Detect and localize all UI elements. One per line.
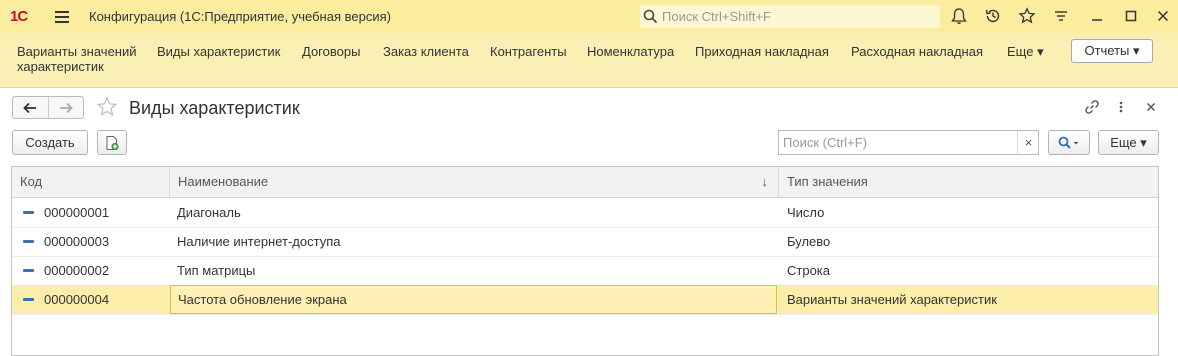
maximize-icon[interactable] bbox=[1122, 7, 1140, 25]
section-link-incoming-invoice[interactable]: Приходная накладная bbox=[695, 44, 829, 59]
section-link-nomenclature[interactable]: Номенклатура bbox=[587, 44, 674, 59]
table-row-selected[interactable]: 000000004 Частота обновление экрана Вари… bbox=[12, 285, 1158, 315]
cell-code: 000000001 bbox=[44, 205, 110, 220]
cell-name: Диагональ bbox=[177, 205, 241, 220]
link-icon[interactable] bbox=[1084, 99, 1100, 115]
app-logo: 1С bbox=[10, 8, 28, 25]
more-vertical-icon[interactable] bbox=[1113, 99, 1129, 115]
section-link-contracts[interactable]: Договоры bbox=[302, 44, 360, 59]
cell-name-focused[interactable]: Частота обновление экрана bbox=[170, 285, 777, 314]
sections-panel: Варианты значений характеристик Виды хар… bbox=[0, 33, 1178, 88]
settings-lines-icon[interactable] bbox=[1052, 7, 1070, 25]
table-row[interactable]: 000000003 Наличие интернет-доступа Булев… bbox=[12, 227, 1158, 257]
section-link-client-order[interactable]: Заказ клиента bbox=[383, 44, 469, 59]
search-input[interactable] bbox=[779, 131, 1015, 154]
search-icon bbox=[1058, 136, 1079, 149]
column-header-value-type[interactable]: Тип значения bbox=[778, 167, 1158, 197]
cell-code: 000000002 bbox=[44, 263, 110, 278]
history-icon[interactable] bbox=[984, 7, 1002, 25]
search-field: × bbox=[778, 130, 1039, 155]
back-button[interactable] bbox=[13, 97, 48, 118]
catalog-item-icon bbox=[23, 298, 34, 301]
more-actions-button[interactable]: Еще ▾ bbox=[1098, 130, 1159, 155]
column-header-code[interactable]: Код bbox=[12, 167, 169, 197]
section-link-counterparties[interactable]: Контрагенты bbox=[490, 44, 567, 59]
catalog-item-icon bbox=[23, 240, 34, 243]
page-title: Виды характеристик bbox=[129, 98, 300, 118]
bell-icon[interactable] bbox=[950, 7, 968, 25]
cell-value-type: Строка bbox=[787, 263, 831, 278]
column-header-name-label: Наименование bbox=[178, 174, 269, 189]
create-button[interactable]: Создать bbox=[12, 130, 88, 155]
forward-button[interactable] bbox=[47, 97, 84, 118]
minimize-icon[interactable] bbox=[1088, 7, 1106, 25]
new-document-icon bbox=[106, 135, 119, 150]
cell-value-type: Булево bbox=[787, 234, 831, 249]
global-search-placeholder: Поиск Ctrl+Shift+F bbox=[662, 9, 771, 24]
search-icon bbox=[643, 9, 658, 24]
sections-more-menu[interactable]: Еще ▾ bbox=[1007, 44, 1044, 59]
cell-name: Тип матрицы bbox=[177, 263, 256, 278]
search-options-button[interactable] bbox=[1048, 130, 1090, 155]
favorite-star-icon[interactable] bbox=[96, 96, 118, 118]
table-header: Код Наименование ↓ Тип значения bbox=[12, 167, 1158, 198]
table-row[interactable]: 000000001 Диагональ Число bbox=[12, 198, 1158, 228]
clear-search-button[interactable]: × bbox=[1017, 131, 1039, 154]
window-title: Конфигурация (1С:Предприятие, учебная ве… bbox=[89, 9, 391, 24]
main-menu-icon[interactable] bbox=[55, 9, 69, 23]
cell-value-type: Варианты значений характеристик bbox=[787, 292, 997, 307]
star-icon[interactable] bbox=[1018, 7, 1036, 25]
close-form-icon[interactable] bbox=[1143, 99, 1159, 115]
cell-code: 000000004 bbox=[44, 292, 110, 307]
close-icon[interactable] bbox=[1154, 7, 1172, 25]
create-copy-button[interactable] bbox=[97, 130, 127, 155]
catalog-item-icon bbox=[23, 211, 34, 214]
arrow-left-icon bbox=[23, 102, 37, 113]
cell-name: Наличие интернет-доступа bbox=[177, 234, 341, 249]
catalog-item-icon bbox=[23, 269, 34, 272]
column-header-name[interactable]: Наименование ↓ bbox=[169, 167, 778, 197]
section-link-characteristic-types[interactable]: Виды характеристик bbox=[157, 44, 280, 59]
title-bar: 1С Конфигурация (1С:Предприятие, учебная… bbox=[0, 0, 1178, 33]
cell-code: 000000003 bbox=[44, 234, 110, 249]
global-search-input[interactable]: Поиск Ctrl+Shift+F bbox=[640, 5, 940, 28]
arrow-right-icon bbox=[59, 102, 73, 113]
sort-down-icon: ↓ bbox=[761, 174, 769, 189]
section-link-characteristic-values[interactable]: Варианты значений характеристик bbox=[17, 44, 145, 74]
cell-value-type: Число bbox=[787, 205, 825, 220]
table-row[interactable]: 000000002 Тип матрицы Строка bbox=[12, 256, 1158, 286]
navigation-buttons bbox=[12, 96, 84, 119]
section-link-outgoing-invoice[interactable]: Расходная накладная bbox=[851, 44, 983, 59]
list-table: Код Наименование ↓ Тип значения 00000000… bbox=[11, 166, 1159, 356]
reports-button[interactable]: Отчеты ▾ bbox=[1071, 39, 1153, 63]
